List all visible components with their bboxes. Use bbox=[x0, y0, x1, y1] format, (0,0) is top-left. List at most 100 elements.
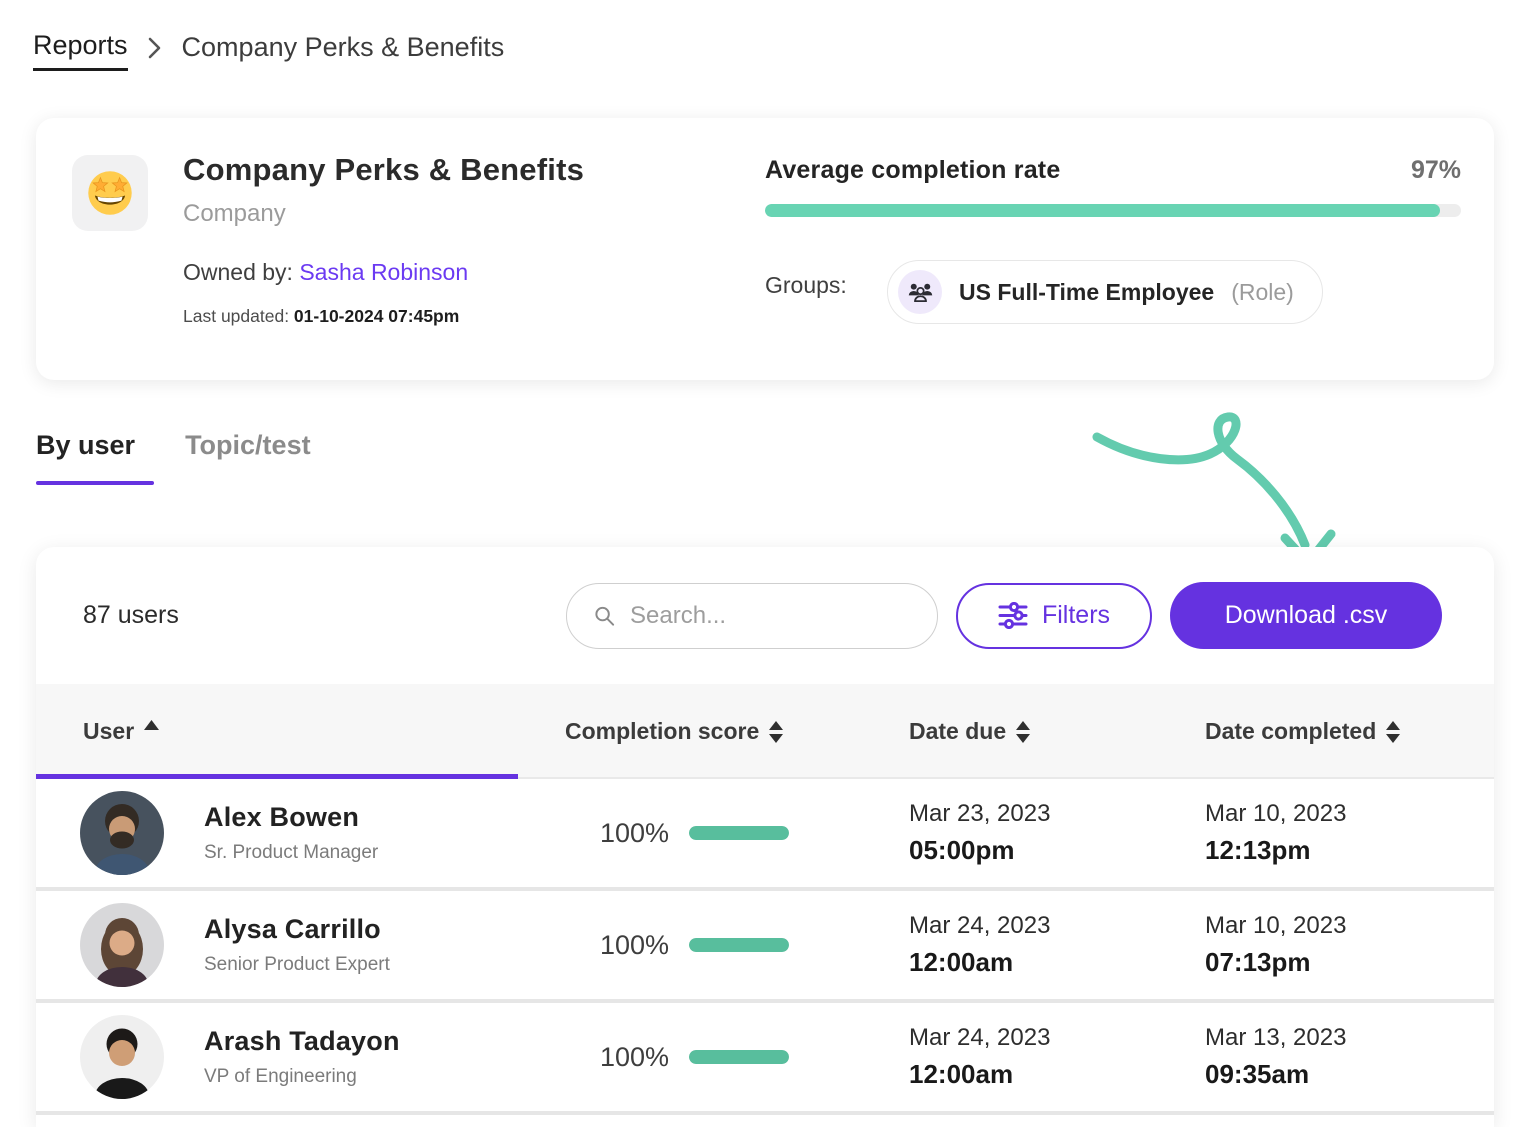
time-completed: 12:13pm bbox=[1205, 835, 1494, 866]
triangle-up-down-icon bbox=[1016, 721, 1030, 743]
score-bar bbox=[689, 1050, 789, 1064]
triangle-up-icon bbox=[144, 720, 159, 730]
users-table-card: 87 users Filters Download .csv Us bbox=[36, 547, 1494, 1127]
date-completed-cell: Mar 13, 2023 09:35am bbox=[1158, 1024, 1494, 1090]
sorted-column-indicator bbox=[36, 774, 518, 779]
search-icon bbox=[593, 603, 616, 629]
date-completed: Mar 13, 2023 bbox=[1205, 1024, 1494, 1052]
score-bar bbox=[689, 938, 789, 952]
avatar bbox=[80, 791, 164, 875]
user-count: 87 users bbox=[83, 601, 179, 630]
table-toolbar: 87 users Filters Download .csv bbox=[36, 547, 1494, 684]
search-input[interactable] bbox=[630, 602, 917, 630]
column-header-date-completed[interactable]: Date completed bbox=[1158, 718, 1494, 745]
chevron-right-icon bbox=[148, 37, 162, 59]
date-completed-cell: Mar 10, 2023 07:13pm bbox=[1158, 912, 1494, 978]
date-completed: Mar 10, 2023 bbox=[1205, 912, 1494, 940]
triangle-up-down-icon bbox=[769, 721, 783, 743]
completion-score-cell: 100% bbox=[518, 930, 863, 961]
group-chip[interactable]: US Full-Time Employee (Role) bbox=[887, 260, 1323, 324]
column-label: Date completed bbox=[1205, 718, 1376, 745]
star-struck-emoji bbox=[87, 170, 133, 216]
table-row[interactable]: Arash Tadayon VP of Engineering 100% Mar… bbox=[36, 1003, 1494, 1111]
score-bar bbox=[689, 826, 789, 840]
last-updated-line: Last updated: 01-10-2024 07:45pm bbox=[183, 306, 459, 327]
column-header-user[interactable]: User bbox=[36, 718, 518, 745]
user-name: Alysa Carrillo bbox=[204, 914, 390, 945]
owned-by-label: Owned by: bbox=[183, 259, 299, 285]
user-name: Arash Tadayon bbox=[204, 1026, 400, 1057]
owner-link[interactable]: Sasha Robinson bbox=[299, 259, 468, 285]
date-due: Mar 24, 2023 bbox=[909, 1024, 1158, 1052]
breadcrumb-current: Company Perks & Benefits bbox=[182, 32, 505, 63]
time-due: 12:00am bbox=[909, 1059, 1158, 1090]
avatar bbox=[80, 1015, 164, 1099]
completion-score-cell: 100% bbox=[518, 818, 863, 849]
completion-progress-bar bbox=[765, 204, 1461, 217]
last-updated-value: 01-10-2024 07:45pm bbox=[294, 306, 459, 326]
user-cell: Alysa Carrillo Senior Product Expert bbox=[36, 903, 518, 987]
groups-label: Groups: bbox=[765, 272, 847, 299]
user-info: Alex Bowen Sr. Product Manager bbox=[204, 802, 378, 864]
date-completed: Mar 10, 2023 bbox=[1205, 800, 1494, 828]
search-box bbox=[566, 583, 938, 649]
last-updated-label: Last updated: bbox=[183, 306, 294, 326]
score-value: 100% bbox=[600, 930, 669, 961]
report-emoji-tile bbox=[72, 155, 148, 231]
user-role: VP of Engineering bbox=[204, 1066, 400, 1088]
user-name: Alex Bowen bbox=[204, 802, 378, 833]
date-due: Mar 23, 2023 bbox=[909, 800, 1158, 828]
report-tabs: By user Topic/test bbox=[36, 430, 311, 485]
avatar bbox=[80, 903, 164, 987]
time-completed: 07:13pm bbox=[1205, 947, 1494, 978]
score-value: 100% bbox=[600, 1042, 669, 1073]
report-title: Company Perks & Benefits bbox=[183, 152, 584, 188]
column-label: User bbox=[83, 718, 134, 745]
score-bar-fill bbox=[689, 938, 789, 952]
date-due: Mar 24, 2023 bbox=[909, 912, 1158, 940]
tab-topic-test[interactable]: Topic/test bbox=[185, 430, 311, 485]
user-info: Alysa Carrillo Senior Product Expert bbox=[204, 914, 390, 976]
row-separator bbox=[36, 1111, 1494, 1115]
group-role-suffix: (Role) bbox=[1231, 279, 1294, 306]
breadcrumb-reports-link[interactable]: Reports bbox=[33, 30, 128, 71]
date-due-cell: Mar 24, 2023 12:00am bbox=[863, 912, 1158, 978]
column-label: Completion score bbox=[565, 718, 759, 745]
people-group-icon bbox=[898, 270, 942, 314]
table-row[interactable]: Alex Bowen Sr. Product Manager 100% Mar … bbox=[36, 779, 1494, 887]
completion-rate-value: 97% bbox=[1411, 156, 1461, 185]
column-header-completion-score[interactable]: Completion score bbox=[518, 718, 863, 745]
user-role: Senior Product Expert bbox=[204, 954, 390, 976]
time-completed: 09:35am bbox=[1205, 1059, 1494, 1090]
table-row[interactable]: Alysa Carrillo Senior Product Expert 100… bbox=[36, 891, 1494, 999]
filters-label: Filters bbox=[1042, 601, 1110, 630]
user-cell: Arash Tadayon VP of Engineering bbox=[36, 1015, 518, 1099]
triangle-up-down-icon bbox=[1386, 721, 1400, 743]
date-completed-cell: Mar 10, 2023 12:13pm bbox=[1158, 800, 1494, 866]
table-header-row: User Completion score Date due Date comp… bbox=[36, 684, 1494, 779]
column-header-date-due[interactable]: Date due bbox=[863, 718, 1158, 745]
time-due: 12:00am bbox=[909, 947, 1158, 978]
report-summary-card: Company Perks & Benefits Company Owned b… bbox=[36, 118, 1494, 380]
score-value: 100% bbox=[600, 818, 669, 849]
completion-rate-label: Average completion rate bbox=[765, 156, 1060, 185]
user-cell: Alex Bowen Sr. Product Manager bbox=[36, 791, 518, 875]
report-type: Company bbox=[183, 200, 286, 228]
download-csv-button[interactable]: Download .csv bbox=[1170, 582, 1442, 649]
user-role: Sr. Product Manager bbox=[204, 842, 378, 864]
tab-by-user[interactable]: By user bbox=[36, 430, 135, 485]
owned-by-line: Owned by: Sasha Robinson bbox=[183, 259, 468, 286]
date-due-cell: Mar 23, 2023 05:00pm bbox=[863, 800, 1158, 866]
user-info: Arash Tadayon VP of Engineering bbox=[204, 1026, 400, 1088]
breadcrumb: Reports Company Perks & Benefits bbox=[33, 30, 504, 71]
date-due-cell: Mar 24, 2023 12:00am bbox=[863, 1024, 1158, 1090]
score-bar-fill bbox=[689, 1050, 789, 1064]
score-bar-fill bbox=[689, 826, 789, 840]
group-name: US Full-Time Employee bbox=[959, 279, 1214, 306]
column-label: Date due bbox=[909, 718, 1006, 745]
time-due: 05:00pm bbox=[909, 835, 1158, 866]
download-csv-label: Download .csv bbox=[1225, 601, 1388, 630]
filters-button[interactable]: Filters bbox=[956, 583, 1152, 649]
sliders-icon bbox=[998, 602, 1028, 629]
completion-score-cell: 100% bbox=[518, 1042, 863, 1073]
